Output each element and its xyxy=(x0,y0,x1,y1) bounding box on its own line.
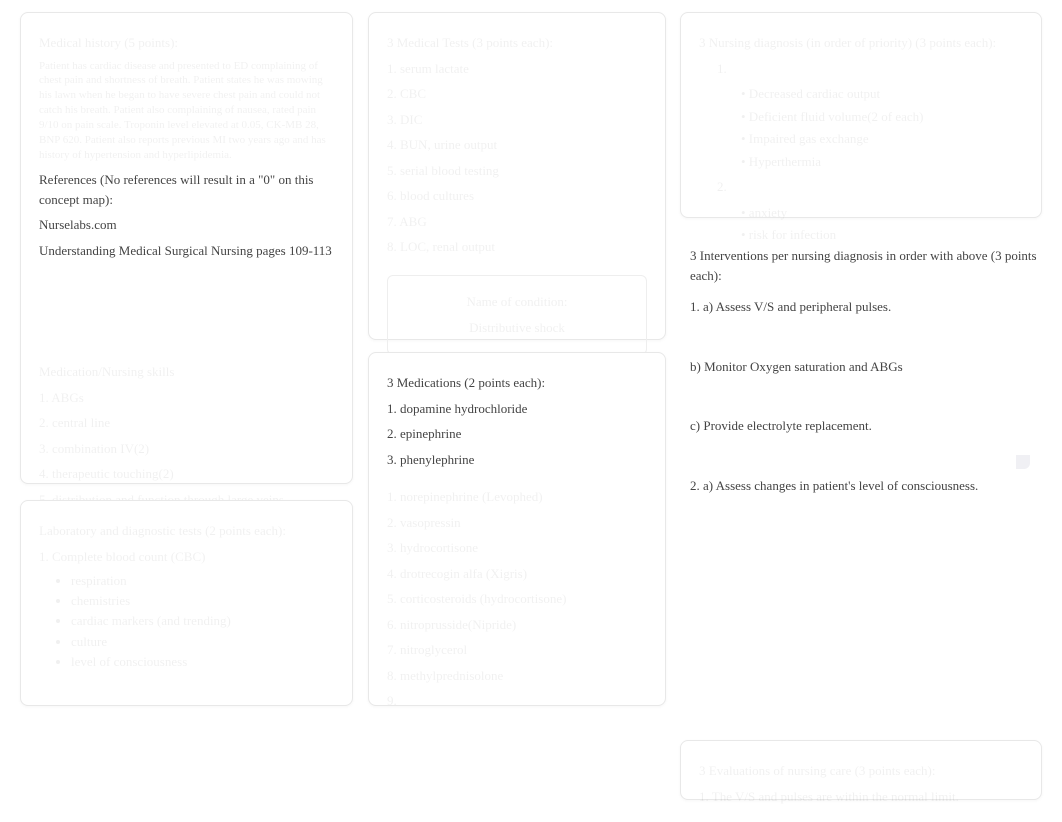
card-evaluations: 3 Evaluations of nursing care (3 points … xyxy=(680,740,1042,800)
diag-2-num: 2. xyxy=(717,177,1023,197)
condition-box: Name of condition: Distributive shock xyxy=(387,275,647,355)
med-n7: 7. nitroglycerol xyxy=(387,640,647,660)
lab-sublist: respiration chemistries cardiac markers … xyxy=(71,572,334,671)
lab-1: 1. Complete blood count (CBC) xyxy=(39,547,334,567)
diag-sub-3: • Impaired gas exchange xyxy=(741,129,1023,149)
intervention-2a: 2. a) Assess changes in patient's level … xyxy=(690,476,1042,496)
lab-sub-1: respiration xyxy=(71,572,334,590)
interventions-heading: 3 Interventions per nursing diagnosis in… xyxy=(690,246,1042,285)
med-n2: 2. vasopressin xyxy=(387,513,647,533)
lab-sub-4: culture xyxy=(71,633,334,651)
intervention-1b: b) Monitor Oxygen saturation and ABGs xyxy=(690,357,1042,377)
card-medical-tests: 3 Medical Tests (3 points each): 1. seru… xyxy=(368,12,666,340)
lab-sub-2: chemistries xyxy=(71,592,334,610)
medical-history-para: Patient has cardiac disease and presente… xyxy=(39,59,334,163)
card-lab-tests: Laboratory and diagnostic tests (2 point… xyxy=(20,500,353,706)
med-2: 2. epinephrine xyxy=(387,424,647,444)
med-skills-title: Medication/Nursing skills xyxy=(39,362,334,382)
diag-sub-1: • Decreased cardiac output xyxy=(741,84,1023,104)
medications-heading: 3 Medications (2 points each): xyxy=(387,373,647,393)
med-n5: 5. corticosteroids (hydrocortisone) xyxy=(387,589,647,609)
eval-1: 1. The V/S and pulses are within the nor… xyxy=(699,787,1023,807)
reference-1: Nurselabs.com xyxy=(39,215,334,235)
lab-sub-3: cardiac markers (and trending) xyxy=(71,612,334,630)
condition-label: Name of condition: xyxy=(408,294,626,310)
med-n4: 4. drotrecogin alfa (Xigris) xyxy=(387,564,647,584)
diag-sub-2: • Deficient fluid volume(2 of each) xyxy=(741,107,1023,127)
diagnosis-title: 3 Nursing diagnosis (in order of priorit… xyxy=(699,33,1023,53)
lab-title: Laboratory and diagnostic tests (2 point… xyxy=(39,521,334,541)
diag-sub-4: • Hyperthermia xyxy=(741,152,1023,172)
skill-3: 3. combination IV(2) xyxy=(39,439,334,459)
test-7: 7. ABG xyxy=(387,212,647,232)
skill-1: 1. ABGs xyxy=(39,388,334,408)
med-n1: 1. norepinephrine (Levophed) xyxy=(387,487,647,507)
card-medications: 3 Medications (2 points each): 1. dopami… xyxy=(368,352,666,706)
lab-sub-5: level of consciousness xyxy=(71,653,334,671)
med-n9: 9. xyxy=(387,691,647,711)
test-6: 6. blood cultures xyxy=(387,186,647,206)
test-5: 5. serial blood testing xyxy=(387,161,647,181)
references-label: References (No references will result in… xyxy=(39,170,334,209)
skill-4: 4. therapeutic touching(2) xyxy=(39,464,334,484)
medical-history-title: Medical history (5 points): xyxy=(39,33,334,53)
card-nursing-diagnosis: 3 Nursing diagnosis (in order of priorit… xyxy=(680,12,1042,218)
test-4: 4. BUN, urine output xyxy=(387,135,647,155)
med-1: 1. dopamine hydrochloride xyxy=(387,399,647,419)
diag-sub-5: • anxiety xyxy=(741,203,1023,223)
med-3: 3. phenylephrine xyxy=(387,450,647,470)
skill-2: 2. central line xyxy=(39,413,334,433)
test-3: 3. DIC xyxy=(387,110,647,130)
test-2: 2. CBC xyxy=(387,84,647,104)
card-medical-history: Medical history (5 points): Patient has … xyxy=(20,12,353,484)
card-interventions: 3 Interventions per nursing diagnosis in… xyxy=(690,240,1042,501)
reference-2: Understanding Medical Surgical Nursing p… xyxy=(39,241,334,261)
diag-1-num: 1. xyxy=(717,59,1023,79)
med-n8: 8. methylprednisolone xyxy=(387,666,647,686)
med-n6: 6. nitroprusside(Nipride) xyxy=(387,615,647,635)
med-n3: 3. hydrocortisone xyxy=(387,538,647,558)
eval-title: 3 Evaluations of nursing care (3 points … xyxy=(699,761,1023,781)
intervention-1a: 1. a) Assess V/S and peripheral pulses. xyxy=(690,297,1042,317)
condition-value: Distributive shock xyxy=(408,320,626,336)
tests-title: 3 Medical Tests (3 points each): xyxy=(387,33,647,53)
test-1: 1. serum lactate xyxy=(387,59,647,79)
test-8: 8. LOC, renal output xyxy=(387,237,647,257)
intervention-1c: c) Provide electrolyte replacement. xyxy=(690,416,1042,436)
page-corner-decor xyxy=(1016,455,1030,469)
